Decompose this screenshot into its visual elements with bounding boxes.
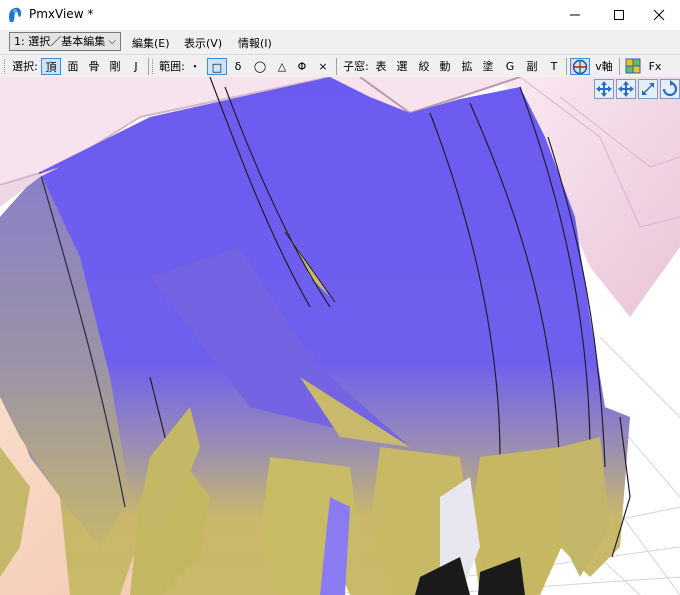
- range-phi-button[interactable]: Φ: [294, 58, 310, 75]
- subwindow-table-button[interactable]: 表: [373, 58, 389, 75]
- range-rect-button[interactable]: □: [207, 58, 227, 75]
- select-joint-button[interactable]: J: [128, 58, 144, 75]
- close-button[interactable]: [636, 0, 680, 30]
- subwindow-sub-button[interactable]: 副: [524, 58, 540, 75]
- range-clear-button[interactable]: ×: [316, 58, 330, 75]
- menu-bar: 1: 選択／基本編集 ⌵ 編集(E) 表示(V) 情報(I): [0, 30, 680, 54]
- camera-move-all-button[interactable]: [616, 79, 636, 99]
- subwindow-select-button[interactable]: 選: [394, 58, 410, 75]
- toolbar: 選択: 頂 面 骨 剛 J 範囲: ・ □ δ ◯ △ Φ × 子窓: 表 選 …: [0, 54, 680, 78]
- toolbar-separator: [336, 58, 337, 75]
- move-all-icon: [618, 81, 634, 97]
- camera-zoom-button[interactable]: [638, 79, 658, 99]
- subwindow-scale-button[interactable]: 拡: [459, 58, 475, 75]
- minimize-button[interactable]: [552, 0, 598, 30]
- range-delta-button[interactable]: δ: [230, 58, 246, 75]
- pmxview-app-icon: [9, 7, 22, 22]
- toolbar-grip[interactable]: [4, 59, 7, 74]
- select-label: 選択:: [12, 60, 38, 73]
- model-render: [0, 77, 680, 595]
- title-bar: PmxView *: [0, 0, 680, 30]
- subwindow-move-button[interactable]: 動: [437, 58, 453, 75]
- menu-info[interactable]: 情報(I): [238, 35, 272, 51]
- grid-icon: [625, 58, 641, 74]
- select-vertex-button[interactable]: 頂: [41, 58, 61, 75]
- camera-move-xy-button[interactable]: [594, 79, 614, 99]
- toolbar-separator: [619, 58, 620, 75]
- grid-toggle-button[interactable]: [624, 58, 642, 75]
- subwindow-t-button[interactable]: T: [546, 58, 562, 75]
- subwindow-group-button[interactable]: G: [502, 58, 518, 75]
- chevron-down-icon: ⌵: [108, 36, 116, 47]
- menu-view[interactable]: 表示(V): [184, 35, 222, 51]
- toolbar-grip[interactable]: [152, 59, 155, 74]
- mode-select[interactable]: 1: 選択／基本編集 ⌵: [9, 32, 121, 51]
- minimize-icon: [570, 14, 580, 16]
- toolbar-separator: [148, 58, 149, 75]
- subwindow-label: 子窓:: [343, 60, 369, 73]
- range-point-button[interactable]: ・: [187, 58, 203, 75]
- rotate-icon: [662, 80, 678, 97]
- zoom-icon: [642, 83, 654, 95]
- select-rigid-button[interactable]: 剛: [106, 58, 124, 75]
- select-bone-button[interactable]: 骨: [85, 58, 103, 75]
- range-label: 範囲:: [159, 60, 185, 73]
- close-icon: [653, 9, 665, 21]
- move-xy-icon: [596, 81, 612, 97]
- v-axis-label[interactable]: v軸: [593, 58, 615, 75]
- subwindow-filter-button[interactable]: 絞: [416, 58, 432, 75]
- fx-button[interactable]: Fx: [646, 58, 664, 75]
- 3d-viewport[interactable]: [0, 77, 680, 595]
- toolbar-separator: [566, 58, 567, 75]
- subwindow-paint-button[interactable]: 塗: [480, 58, 496, 75]
- maximize-icon: [614, 10, 624, 20]
- axis-toggle-button[interactable]: [570, 58, 590, 75]
- camera-rotate-button[interactable]: [660, 79, 680, 99]
- range-triangle-button[interactable]: △: [273, 58, 291, 75]
- mode-select-value: 1: 選択／基本編集: [14, 35, 106, 48]
- range-circle-button[interactable]: ◯: [251, 58, 269, 75]
- axis-gizmo-icon: [572, 59, 588, 75]
- select-face-button[interactable]: 面: [64, 58, 82, 75]
- menu-edit[interactable]: 編集(E): [132, 35, 170, 51]
- window-title: PmxView *: [29, 7, 94, 21]
